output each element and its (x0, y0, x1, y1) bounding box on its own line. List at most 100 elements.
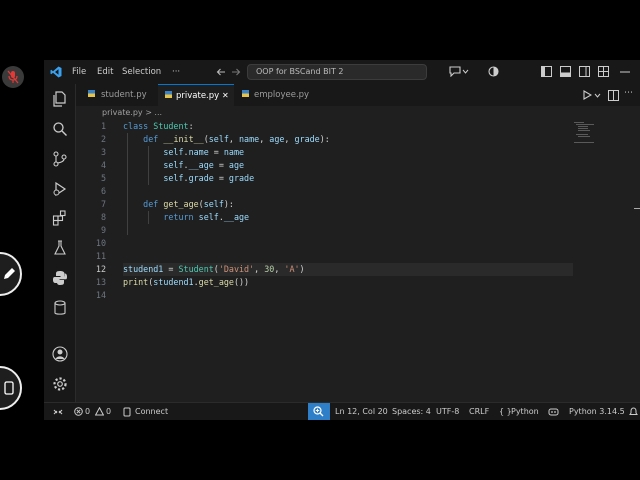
code-line-current: 12 studend1 = Student('David', 30, 'A') (76, 263, 640, 276)
code-line: 14 (76, 289, 640, 302)
line-number: 6 (100, 186, 106, 196)
code-line: 5 self.grade = grade (76, 172, 640, 185)
run-debug-icon[interactable] (52, 181, 68, 197)
rotate-button[interactable] (0, 366, 22, 410)
tab-label: student.py (101, 90, 147, 100)
line-number: 9 (100, 225, 106, 235)
menu-more[interactable]: ··· (172, 67, 180, 77)
tab-private-py[interactable]: private.py ✕ (158, 84, 234, 106)
zoom-icon (313, 406, 324, 417)
menu-edit[interactable]: Edit (97, 67, 113, 77)
rotate-icon (4, 381, 14, 395)
code-line: 6 (76, 185, 640, 198)
chat-icon[interactable] (449, 66, 461, 77)
indentation[interactable]: Spaces: 4 (392, 407, 431, 416)
back-arrow-icon[interactable] (216, 67, 226, 77)
source-control-icon[interactable] (52, 151, 68, 167)
pencil-icon (4, 268, 15, 279)
line-number: 14 (95, 290, 106, 300)
more-actions-icon[interactable]: ⋯ (624, 88, 633, 98)
code-line: 13 print(studend1.get_age()) (76, 276, 640, 289)
notifications-bell-icon[interactable] (629, 407, 638, 417)
tab-label: private.py (176, 91, 220, 101)
line-number: 12 (95, 264, 106, 274)
encoding[interactable]: UTF-8 (436, 407, 459, 416)
account-icon[interactable] (52, 346, 68, 362)
scrollbar-marker[interactable] (634, 208, 640, 209)
run-python-icon[interactable] (582, 90, 592, 100)
breadcrumb-sep[interactable]: > ... (145, 108, 162, 117)
code-line: 4 self.__age = age (76, 159, 640, 172)
title-bar: File Edit Selection ··· OOP for BSCand B… (44, 60, 640, 84)
vscode-window: File Edit Selection ··· OOP for BSCand B… (44, 60, 640, 420)
line-number: 7 (100, 199, 106, 209)
line-number: 4 (100, 160, 106, 170)
search-label: OOP for BSCand BIT 2 (256, 67, 344, 76)
chevron-down-icon[interactable] (594, 93, 601, 98)
warning-count[interactable]: 0 (106, 407, 111, 416)
tab-employee-py[interactable]: employee.py (234, 84, 318, 106)
zoom-button[interactable] (308, 403, 330, 420)
python-file-icon (88, 90, 95, 97)
line-endings[interactable]: CRLF (469, 407, 489, 416)
error-count[interactable]: 0 (85, 407, 90, 416)
vscode-logo-icon (50, 66, 62, 78)
forward-arrow-icon[interactable] (231, 67, 241, 77)
command-center-search[interactable]: OOP for BSCand BIT 2 (247, 64, 427, 80)
mute-mic-button[interactable] (2, 66, 24, 88)
database-icon[interactable] (52, 300, 68, 316)
minimize-icon[interactable] (620, 71, 630, 73)
line-number: 1 (100, 121, 106, 131)
code-line: 11 (76, 250, 640, 263)
testing-flask-icon[interactable] (52, 240, 68, 256)
remote-icon[interactable] (53, 407, 63, 417)
line-number: 2 (100, 134, 106, 144)
python-interpreter[interactable]: Python 3.14.5 (569, 407, 625, 416)
python-file-icon (242, 90, 249, 97)
python-file-icon (165, 91, 172, 98)
tab-label: employee.py (254, 90, 310, 100)
python-icon[interactable] (52, 270, 68, 286)
close-icon[interactable]: ✕ (222, 91, 229, 100)
code-line: 10 (76, 237, 640, 250)
cursor-position[interactable]: Ln 12, Col 20 (335, 407, 388, 416)
breadcrumb: private.py > ... (102, 108, 162, 117)
search-icon[interactable] (52, 121, 68, 137)
menu-selection[interactable]: Selection (122, 67, 161, 77)
code-editor[interactable]: 1 class Student: 2 def __init__(self, na… (76, 120, 640, 402)
copilot-icon[interactable] (488, 66, 499, 77)
code-line: 8 return self.__age (76, 211, 640, 224)
chevron-down-icon[interactable] (462, 69, 469, 74)
code-line: 2 def __init__(self, name, age, grade): (76, 133, 640, 146)
tab-student-py[interactable]: student.py (80, 84, 158, 106)
activity-bar (44, 84, 76, 402)
code-line: 1 class Student: (76, 120, 640, 133)
connect-label[interactable]: Connect (135, 407, 168, 416)
braces-icon[interactable]: { } (499, 407, 512, 416)
tab-bar: student.py private.py ✕ employee.py ⋯ (76, 84, 640, 106)
toggle-sidebar-icon[interactable] (541, 66, 552, 77)
language-mode[interactable]: Python (511, 407, 539, 416)
customize-layout-icon[interactable] (598, 66, 609, 77)
code-line: 3 self.name = name (76, 146, 640, 159)
pen-tool-button[interactable] (0, 252, 22, 296)
warning-icon[interactable] (95, 407, 104, 416)
line-number: 13 (95, 277, 106, 287)
line-number: 8 (100, 212, 106, 222)
copilot-status-icon[interactable] (548, 406, 559, 417)
error-icon[interactable] (74, 407, 83, 416)
settings-gear-icon[interactable] (52, 376, 68, 392)
plug-icon[interactable] (123, 407, 131, 417)
breadcrumb-file[interactable]: private.py (102, 108, 143, 117)
minimap[interactable] (574, 122, 604, 143)
line-number: 5 (100, 173, 106, 183)
line-number: 3 (100, 147, 106, 157)
menu-file[interactable]: File (72, 67, 86, 77)
line-number: 10 (95, 238, 106, 248)
explorer-icon[interactable] (52, 91, 68, 107)
code-line: 7 def get_age(self): (76, 198, 640, 211)
toggle-panel-icon[interactable] (560, 66, 571, 77)
toggle-secondary-sidebar-icon[interactable] (579, 66, 590, 77)
split-editor-icon[interactable] (608, 90, 619, 101)
extensions-icon[interactable] (52, 210, 68, 226)
